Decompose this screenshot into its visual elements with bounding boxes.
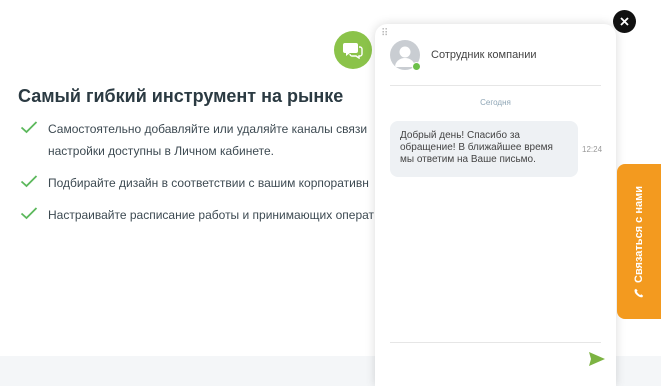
divider (390, 85, 601, 86)
drag-handle-icon[interactable]: ⠿ (381, 29, 389, 39)
divider (390, 342, 601, 343)
contact-tab-label: Связаться с нами (633, 185, 645, 283)
contact-tab-content: Связаться с нами (633, 186, 645, 298)
contact-us-tab[interactable]: Связаться с нами (617, 164, 661, 319)
feature-text: Подбирайте дизайн в соответствии с вашим… (48, 172, 369, 194)
close-icon (620, 17, 629, 26)
feature-line: Настраивайте расписание работы и принима… (48, 208, 375, 222)
feature-text: Самостоятельно добавляйте или удаляйте к… (48, 118, 367, 162)
feature-line: Подбирайте дизайн в соответствии с вашим… (48, 176, 369, 190)
checkmark-icon (20, 121, 38, 134)
online-status-dot (412, 62, 421, 71)
promo-chat-bubble (334, 31, 372, 69)
message-bubble: Добрый день! Спасибо за обращение! В бли… (390, 121, 578, 177)
feature-text: Настраивайте расписание работы и принима… (48, 204, 374, 226)
checkmark-icon (20, 175, 38, 188)
avatar (390, 40, 421, 71)
chat-bubbles-icon (343, 43, 363, 59)
chat-widget: ⠿ Сотрудник компании Сегодня Добрый день… (375, 24, 616, 386)
checkmark-icon (20, 207, 38, 220)
feature-line: настройки доступны в Личном кабинете. (48, 144, 274, 158)
agent-name: Сотрудник компании (431, 49, 537, 61)
date-separator: Сегодня (480, 98, 511, 107)
close-button[interactable] (613, 10, 636, 33)
feature-item: Настраивайте расписание работы и принима… (20, 204, 374, 226)
feature-item: Подбирайте дизайн в соответствии с вашим… (20, 172, 369, 194)
feature-item: Самостоятельно добавляйте или удаляйте к… (20, 118, 367, 162)
page-heading: Самый гибкий инструмент на рынке (18, 86, 344, 106)
feature-line: Самостоятельно добавляйте или удаляйте к… (48, 122, 368, 136)
message-timestamp: 12:24 (582, 145, 603, 154)
phone-icon (634, 288, 644, 298)
send-icon[interactable] (588, 351, 606, 367)
